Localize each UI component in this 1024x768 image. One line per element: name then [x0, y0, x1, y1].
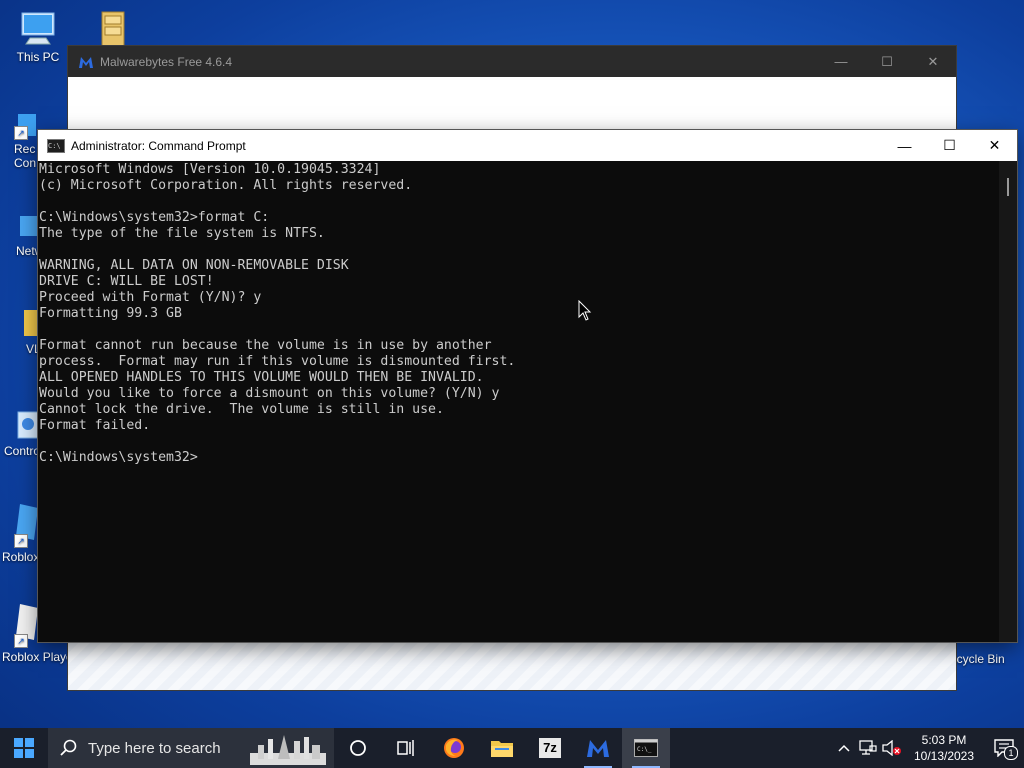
- network-label: Netw: [16, 244, 44, 258]
- roblox-label: Roblox: [2, 550, 40, 564]
- shortcut-arrow-icon: ↗: [14, 634, 28, 648]
- search-icon: [60, 739, 77, 756]
- cmd-scrollbar-thumb[interactable]: [1007, 178, 1009, 196]
- file-cabinet-icon: [92, 10, 132, 48]
- cmd-titlebar[interactable]: C:\ Administrator: Command Prompt — ☐ ✕: [38, 130, 1017, 161]
- command-prompt-window[interactable]: C:\ Administrator: Command Prompt — ☐ ✕ …: [38, 130, 1017, 642]
- this-pc-label: This PC: [16, 50, 60, 64]
- clock-date: 10/13/2023: [913, 749, 975, 763]
- command-prompt-icon: C:\_: [634, 739, 658, 757]
- 7zip-icon: 7z: [539, 738, 561, 758]
- roblox-icon: ↗: [14, 500, 40, 548]
- recycle-icon: ↗: [14, 112, 38, 140]
- console-line: WARNING, ALL DATA ON NON-REMOVABLE DISK: [39, 258, 349, 273]
- cmd-title: Administrator: Command Prompt: [71, 138, 246, 153]
- taskbar-malwarebytes[interactable]: [574, 728, 622, 768]
- desktop-icon-recycle-bin[interactable]: ecycle Bin: [950, 640, 1024, 666]
- desktop-icon-roblox[interactable]: ↗ Roblox: [0, 500, 40, 564]
- roblox-player-label: Roblox Playe: [2, 650, 73, 664]
- desktop-icon-recycle-con[interactable]: ↗ Rec Con: [0, 112, 40, 170]
- task-view-icon: [397, 740, 414, 756]
- console-line: C:\Windows\system32>format C:: [39, 210, 270, 225]
- cortana-circle-icon: [350, 740, 366, 756]
- shortcut-arrow-icon: ↗: [14, 126, 28, 140]
- taskbar-clock[interactable]: 5:03 PM 10/13/2023: [904, 732, 984, 764]
- maximize-button[interactable]: ☐: [864, 46, 910, 77]
- mouse-pointer-icon: [578, 300, 592, 321]
- console-line: DRIVE C: WILL BE LOST!: [39, 274, 214, 289]
- console-line: (c) Microsoft Corporation. All rights re…: [39, 178, 413, 193]
- console-line: The type of the file system is NTFS.: [39, 226, 325, 241]
- windows-logo-icon: [14, 738, 34, 758]
- taskbar-file-explorer[interactable]: [478, 728, 526, 768]
- svg-text:C:\_: C:\_: [637, 746, 652, 753]
- start-button[interactable]: [0, 728, 48, 768]
- control-panel-label: Contro: [4, 444, 41, 458]
- close-button[interactable]: ✕: [910, 46, 956, 77]
- desktop-icon-this-pc[interactable]: This PC: [2, 10, 74, 64]
- clock-time: 5:03 PM: [921, 733, 967, 747]
- show-hidden-icons-button[interactable]: [832, 728, 856, 768]
- this-pc-icon: [18, 10, 58, 48]
- chevron-up-icon: [838, 744, 850, 752]
- search-highlight-city-icon: [250, 735, 326, 765]
- console-line: Format cannot run because the volume is …: [39, 338, 492, 353]
- task-view-button[interactable]: [382, 728, 430, 768]
- desktop-icon-control-panel[interactable]: Contro: [0, 410, 41, 458]
- roblox-player-icon: ↗: [14, 600, 40, 648]
- recycle-bin-label: ecycle Bin: [950, 652, 1005, 666]
- network-tray-button[interactable]: [856, 728, 880, 768]
- desktop-icon-vl[interactable]: VL: [0, 306, 41, 356]
- network-icon: [859, 740, 877, 755]
- desktop-icon-network[interactable]: Netw: [0, 212, 44, 258]
- search-placeholder: Type here to search: [88, 739, 221, 757]
- minimize-button[interactable]: —: [882, 130, 927, 161]
- console-line: Would you like to force a dismount on th…: [39, 386, 500, 401]
- desktop-icon-cabinet[interactable]: [76, 10, 148, 50]
- cmd-scrollbar[interactable]: [999, 161, 1017, 642]
- shortcut-arrow-icon: ↗: [14, 534, 28, 548]
- taskbar-7zip[interactable]: 7z: [526, 728, 574, 768]
- minimize-button[interactable]: —: [818, 46, 864, 77]
- console-line: C:\Windows\system32>: [39, 450, 198, 465]
- firefox-icon: [444, 738, 464, 758]
- console-line: Cannot lock the drive. The volume is sti…: [39, 402, 444, 417]
- taskbar: Type here to search 7z C:\_ 5:03 PM 10/1…: [0, 728, 1024, 768]
- malwarebytes-icon: [587, 740, 609, 757]
- speaker-muted-icon: [882, 740, 901, 756]
- console-line: Formatting 99.3 GB: [39, 306, 182, 321]
- taskbar-command-prompt[interactable]: C:\_: [622, 728, 670, 768]
- malwarebytes-logo-icon: [79, 56, 93, 68]
- console-line: Format failed.: [39, 418, 151, 433]
- malwarebytes-footer-pattern: [68, 642, 956, 690]
- action-center-button[interactable]: 1: [984, 728, 1024, 768]
- cortana-button[interactable]: [334, 728, 382, 768]
- desktop-icon-roblox-player[interactable]: ↗ Roblox Playe: [0, 600, 73, 664]
- malwarebytes-titlebar[interactable]: Malwarebytes Free 4.6.4 — ☐ ✕: [68, 46, 956, 77]
- folder-icon: [491, 741, 513, 757]
- console-line: process. Format may run if this volume i…: [39, 354, 516, 369]
- system-tray: 5:03 PM 10/13/2023 1: [832, 728, 1024, 768]
- control-panel-icon: [16, 410, 41, 442]
- malwarebytes-title: Malwarebytes Free 4.6.4: [100, 54, 233, 69]
- cmd-app-icon: C:\: [47, 138, 65, 153]
- notification-count-badge: 1: [1004, 746, 1018, 760]
- console-line: ALL OPENED HANDLES TO THIS VOLUME WOULD …: [39, 370, 484, 385]
- console-line: Microsoft Windows [Version 10.0.19045.33…: [39, 162, 381, 177]
- cmd-console-output[interactable]: Microsoft Windows [Version 10.0.19045.33…: [38, 161, 999, 642]
- network-icon: [18, 212, 38, 242]
- volume-tray-button[interactable]: [880, 728, 904, 768]
- taskbar-search-box[interactable]: Type here to search: [48, 728, 334, 768]
- maximize-button[interactable]: ☐: [927, 130, 972, 161]
- close-button[interactable]: ✕: [972, 130, 1017, 161]
- console-line: Proceed with Format (Y/N)? y: [39, 290, 262, 305]
- taskbar-firefox[interactable]: [430, 728, 478, 768]
